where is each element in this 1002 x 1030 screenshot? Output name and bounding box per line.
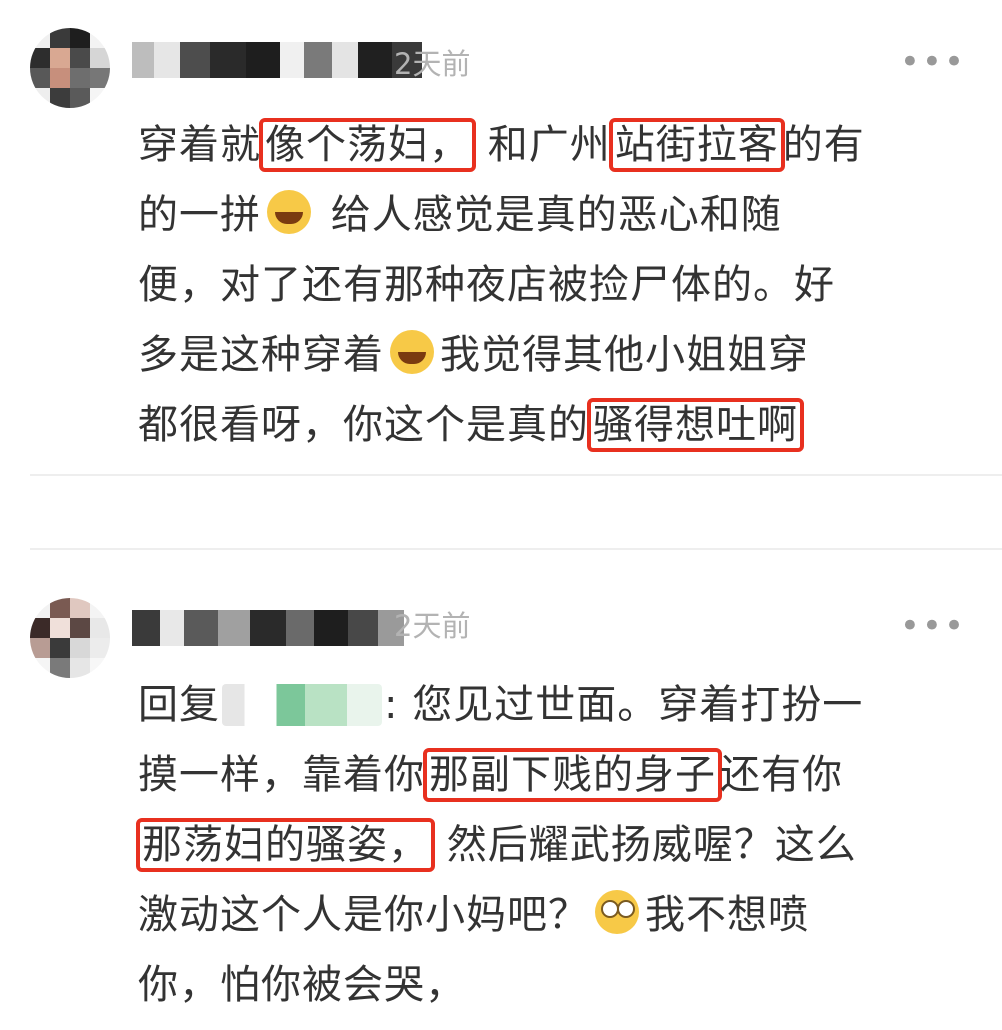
divider — [30, 548, 1002, 550]
text-segment: 还有你 — [720, 752, 843, 798]
comment-line: 便，对了还有那种夜店被捡尸体的。好 — [138, 250, 968, 320]
highlighted-phrase: 那副下贱的身子 — [423, 748, 722, 802]
text-segment: 穿着就 — [138, 122, 261, 168]
text-segment: 多是这种穿着 — [138, 332, 384, 378]
text-segment: 的有 — [782, 122, 865, 168]
comment-line: 穿着就 像个荡妇， 和广州 站街拉客 的有 — [138, 110, 968, 180]
timestamp: 2天前 — [394, 609, 471, 643]
comment-item-2: 2天前 ••• 回复 : 您见过世面。穿着打扮一摸一样，靠着你 那副下贱的身子 还有你… — [0, 560, 1002, 1030]
laughing-tears-emoji-icon — [390, 330, 434, 374]
comment-line: 回复 : 您见过世面。穿着打扮一 — [138, 670, 968, 740]
comment-text: 穿着就 像个荡妇， 和广州 站街拉客 的有 的一拼 给人感觉是真的恶心和随 便，对了还有那… — [138, 110, 968, 460]
comment-line: 那荡妇的骚姿， 然后耀武扬威喔？这么 — [136, 810, 968, 880]
comment-text: 回复: 您见过世面。穿着打扮一 摸一样，靠着你 那副下贱的身子 还有你 那荡妇的骚姿， … — [136, 670, 968, 1020]
text-segment: : 您见过世面。穿着打扮一 — [384, 682, 864, 728]
highlighted-phrase: 骚得想吐啊 — [587, 398, 804, 452]
comment-line: 摸一样，靠着你 那副下贱的身子 还有你 — [138, 740, 968, 810]
text-segment: 摸一样，靠着你 — [138, 752, 425, 798]
highlighted-phrase: 那荡妇的骚姿， — [136, 818, 435, 872]
laughing-tears-emoji-icon — [267, 190, 311, 234]
timestamp: 2天前 — [394, 47, 471, 81]
comment-line: 的一拼 给人感觉是真的恶心和随 — [138, 180, 968, 250]
text-segment: 回复 — [138, 682, 220, 728]
text-segment: 给人感觉是真的恶心和随 — [317, 192, 782, 238]
highlighted-phrase: 站街拉客 — [608, 118, 785, 172]
username-blurred[interactable] — [132, 610, 404, 646]
comment-line: 你，怕你被会哭， — [138, 950, 968, 1020]
avatar[interactable] — [30, 28, 110, 108]
comment-item-1: 2天前 ••• 穿着就 像个荡妇， 和广州 站街拉客 的有 的一拼 给人感觉是真的恶心和… — [0, 0, 1002, 475]
text-segment: 便，对了还有那种夜店被捡尸体的。好 — [138, 262, 835, 308]
eye-roll-emoji-icon — [595, 890, 639, 934]
text-segment: 然后耀武扬威喔？这么 — [433, 822, 857, 868]
text-segment: 的一拼 — [138, 192, 261, 238]
mention-username-blurred[interactable] — [222, 684, 382, 726]
text-segment: 和广州 — [474, 122, 611, 168]
username-blurred[interactable] — [132, 42, 422, 78]
text-segment: 你，怕你被会哭， — [138, 962, 466, 1008]
avatar[interactable] — [30, 598, 110, 678]
highlighted-phrase: 像个荡妇， — [259, 118, 476, 172]
comment-line: 激动这个人是你小妈吧？ 我不想喷 — [138, 880, 968, 950]
comment-line: 都很看呀，你这个是真的 骚得想吐啊 — [138, 390, 968, 460]
text-segment: 我不想喷 — [645, 892, 809, 938]
more-options-icon[interactable]: ••• — [900, 609, 966, 643]
text-segment: 都很看呀，你这个是真的 — [138, 402, 589, 448]
comment-line: 多是这种穿着 我觉得其他小姐姐穿 — [138, 320, 968, 390]
text-segment: 激动这个人是你小妈吧？ — [138, 892, 589, 938]
more-options-icon[interactable]: ••• — [900, 45, 966, 79]
divider — [30, 474, 1002, 476]
text-segment: 我觉得其他小姐姐穿 — [440, 332, 809, 378]
